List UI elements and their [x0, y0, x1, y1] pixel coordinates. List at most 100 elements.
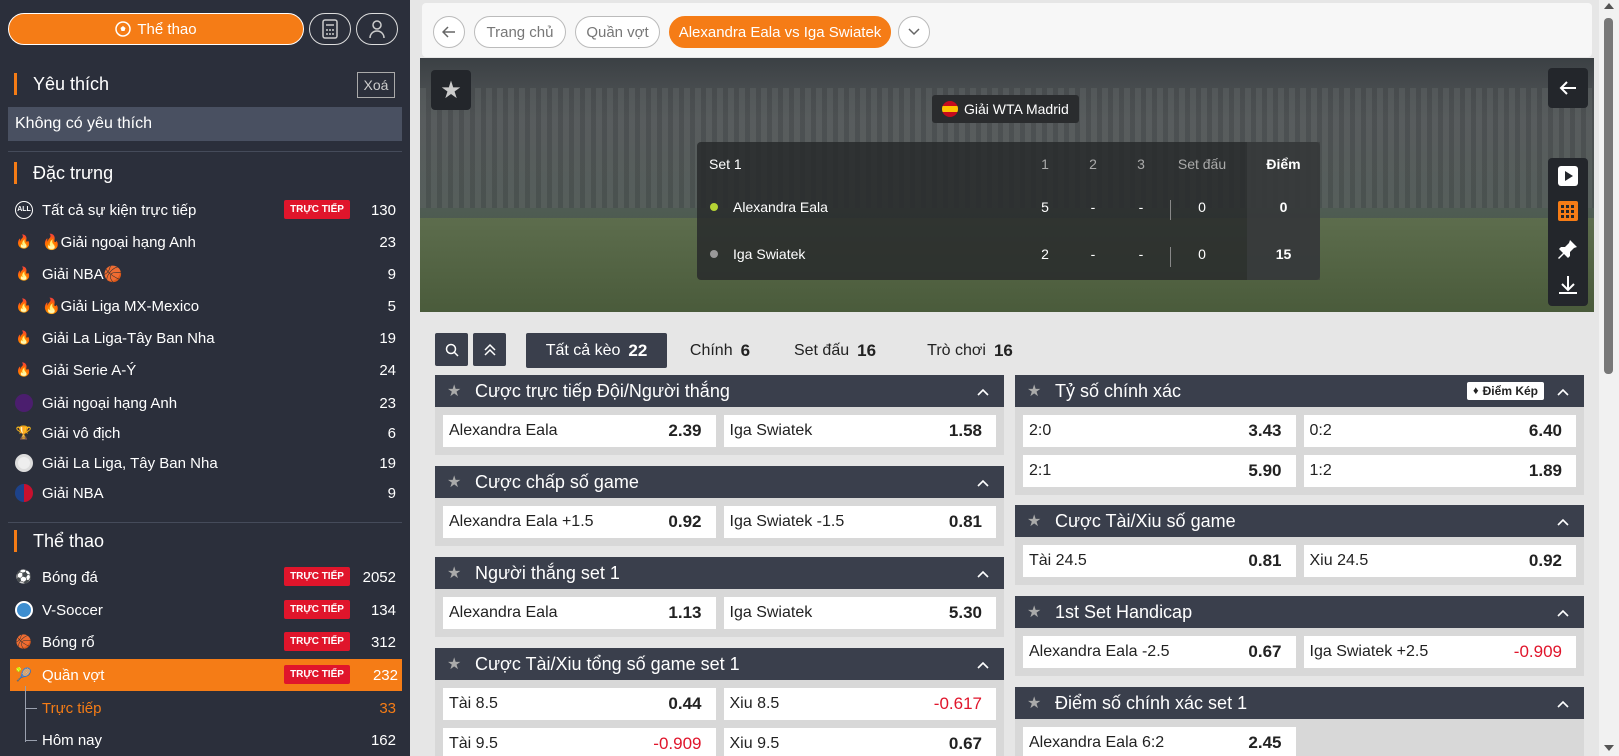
- back-button[interactable]: [433, 16, 465, 48]
- favorite-star-button[interactable]: ★: [431, 70, 471, 110]
- chevron-up-icon[interactable]: [976, 474, 990, 488]
- featured-item[interactable]: Giải ngoại hạng Anh 23: [0, 388, 410, 418]
- breadcrumb-home[interactable]: Trang chủ: [474, 16, 566, 48]
- sports-button[interactable]: Thể thao: [8, 13, 304, 45]
- market-panel: ★ 1st Set Handicap Alexandra Eala -2.5 0.67…: [1015, 596, 1584, 676]
- live-stream-button[interactable]: [1557, 165, 1579, 192]
- odds-button[interactable]: Xiu 9.5 0.67: [723, 728, 996, 756]
- star-icon[interactable]: ★: [447, 563, 461, 583]
- odds-label: Iga Swiatek: [729, 422, 813, 439]
- close-hero-button[interactable]: [1548, 68, 1588, 108]
- collapse-all-button[interactable]: [473, 333, 506, 366]
- sport-subitem[interactable]: Hôm nay 162: [0, 725, 410, 755]
- breadcrumb-sport[interactable]: Quần vợt: [575, 16, 660, 48]
- odds-button[interactable]: Tài 8.5 0.44: [443, 688, 716, 720]
- star-icon[interactable]: ★: [447, 654, 461, 674]
- odds-label: Alexandra Eala: [449, 422, 558, 439]
- featured-item[interactable]: 🔥 Giải NBA🏀 9: [0, 259, 410, 289]
- market-header[interactable]: ★ 1st Set Handicap: [1015, 596, 1584, 628]
- odds-button[interactable]: Tài 24.5 0.81: [1023, 545, 1296, 577]
- odds-label: Tài 9.5: [449, 735, 498, 752]
- divider: [1170, 247, 1171, 267]
- odds-button[interactable]: Xiu 8.5 -0.617: [723, 688, 996, 720]
- odds-button[interactable]: 0:2 6.40: [1303, 415, 1576, 447]
- star-icon[interactable]: ★: [1027, 693, 1041, 713]
- odds-button[interactable]: Iga Swiatek 5.30: [723, 597, 996, 629]
- odds-button[interactable]: Alexandra Eala 2.39: [443, 415, 716, 447]
- market-header[interactable]: ★ Tỷ số chính xác ♦ Điểm Kép: [1015, 375, 1584, 407]
- odds-button[interactable]: Iga Swiatek +2.5 -0.909: [1303, 636, 1576, 668]
- odds-button[interactable]: Xiu 24.5 0.92: [1303, 545, 1576, 577]
- odds-button[interactable]: 2:0 3.43: [1023, 415, 1296, 447]
- featured-item[interactable]: 🔥 Giải La Liga-Tây Ban Nha 19: [0, 323, 410, 353]
- star-icon[interactable]: ★: [447, 472, 461, 492]
- chevron-up-icon[interactable]: [976, 565, 990, 579]
- odds-button[interactable]: 2:1 5.90: [1023, 455, 1296, 487]
- sport-item-soccer-ball[interactable]: ⚽ Bóng đá TRỰC TIẾP 2052: [0, 561, 410, 593]
- download-button[interactable]: [1557, 274, 1579, 301]
- star-icon[interactable]: ★: [1027, 602, 1041, 622]
- account-button[interactable]: [356, 13, 398, 45]
- featured-item-count: 19: [379, 454, 396, 472]
- chevron-up-icon[interactable]: [976, 383, 990, 397]
- chevron-up-icon[interactable]: [1556, 695, 1570, 709]
- odds-button[interactable]: Alexandra Eala -2.5 0.67: [1023, 636, 1296, 668]
- sport-item-basketball[interactable]: 🏀 Bóng rổ TRỰC TIẾP 312: [0, 626, 410, 658]
- pin-button[interactable]: [1557, 238, 1579, 265]
- market-header[interactable]: ★ Điểm số chính xác set 1: [1015, 687, 1584, 719]
- market-panel: ★ Cược trực tiếp Đội/Người thắng Alexandra…: [435, 375, 1004, 455]
- breadcrumb-match[interactable]: Alexandra Eala vs Iga Swiatek: [669, 16, 891, 48]
- clear-favorites-button[interactable]: Xoá: [357, 72, 395, 98]
- market-header[interactable]: ★ Cược chấp số game: [435, 466, 1004, 498]
- odds-button[interactable]: 1:2 1.89: [1303, 455, 1576, 487]
- scroll-up-arrow[interactable]: [1604, 3, 1614, 9]
- header-set3: 3: [1137, 156, 1145, 172]
- scrollbar[interactable]: [1599, 0, 1619, 756]
- odds-label: Alexandra Eala: [449, 604, 558, 621]
- scoreboard-button[interactable]: [1557, 200, 1579, 227]
- featured-item[interactable]: 🔥 🔥Giải ngoại hạng Anh 23: [0, 227, 410, 257]
- market-header[interactable]: ★ Người thắng set 1: [435, 557, 1004, 589]
- odds-button[interactable]: Iga Swiatek 1.58: [723, 415, 996, 447]
- tab-sets[interactable]: Set đấu 16: [780, 333, 890, 368]
- chevron-up-icon[interactable]: [1556, 604, 1570, 618]
- tab-main[interactable]: Chính 6: [680, 333, 760, 368]
- tab-games[interactable]: Trò chơi 16: [910, 333, 1030, 368]
- market-header[interactable]: ★ Cược Tài/Xiu tổng số game set 1: [435, 648, 1004, 680]
- market-header[interactable]: ★ Cược Tài/Xiu số game: [1015, 505, 1584, 537]
- download-icon: [1559, 276, 1577, 294]
- scroll-down-arrow[interactable]: [1604, 745, 1614, 751]
- sport-subitem[interactable]: Trực tiếp 33: [0, 693, 410, 723]
- star-icon[interactable]: ★: [1027, 381, 1041, 401]
- betslip-button[interactable]: [309, 13, 351, 45]
- soccer-ball-icon: ⚽: [15, 569, 33, 584]
- sport-item-tennis-ball[interactable]: 🎾 Quần vợt TRỰC TIẾP 232: [10, 659, 402, 691]
- chevron-up-icon[interactable]: [1556, 513, 1570, 527]
- tab-all[interactable]: Tất cả kèo 22: [526, 333, 667, 368]
- odds-button[interactable]: Alexandra Eala 6:2 2.45: [1023, 727, 1296, 756]
- match-dropdown-button[interactable]: [898, 16, 930, 48]
- featured-item[interactable]: ALL Tất cả sự kiện trực tiếp TRỰC TIẾP 130: [0, 195, 410, 225]
- star-icon[interactable]: ★: [447, 381, 461, 401]
- odds-button[interactable]: Alexandra Eala 1.13: [443, 597, 716, 629]
- odds-button[interactable]: Tài 9.5 -0.909: [443, 728, 716, 756]
- chevron-up-icon[interactable]: [976, 656, 990, 670]
- featured-item[interactable]: 🔥 Giải Serie A-Ý 24: [0, 355, 410, 385]
- odds-button[interactable]: Alexandra Eala +1.5 0.92: [443, 506, 716, 538]
- star-icon[interactable]: ★: [1027, 511, 1041, 531]
- sport-item-count: 134: [370, 601, 396, 619]
- market-header[interactable]: ★ Cược trực tiếp Đội/Người thắng: [435, 375, 1004, 407]
- featured-item[interactable]: Giải La Liga, Tây Ban Nha 19: [0, 448, 410, 478]
- soccer-ball-icon: [115, 21, 132, 37]
- favorites-empty-text: Không có yêu thích: [8, 107, 402, 141]
- odds-button[interactable]: Iga Swiatek -1.5 0.81: [723, 506, 996, 538]
- featured-item[interactable]: 🏆 Giải vô địch 6: [0, 418, 410, 448]
- featured-item[interactable]: 🔥 🔥Giải Liga MX-Mexico 5: [0, 291, 410, 321]
- scrollbar-thumb[interactable]: [1604, 18, 1613, 374]
- search-markets-button[interactable]: [435, 333, 468, 366]
- featured-item[interactable]: Giải NBA 9: [0, 478, 410, 508]
- sport-item-v-soccer[interactable]: V-Soccer TRỰC TIẾP 134: [0, 594, 410, 626]
- chevron-up-icon[interactable]: [1556, 383, 1570, 397]
- odds-value: 0.81: [1248, 551, 1282, 570]
- market-panel: ★ Cược Tài/Xiu tổng số game set 1 Tài 8.5 0…: [435, 648, 1004, 756]
